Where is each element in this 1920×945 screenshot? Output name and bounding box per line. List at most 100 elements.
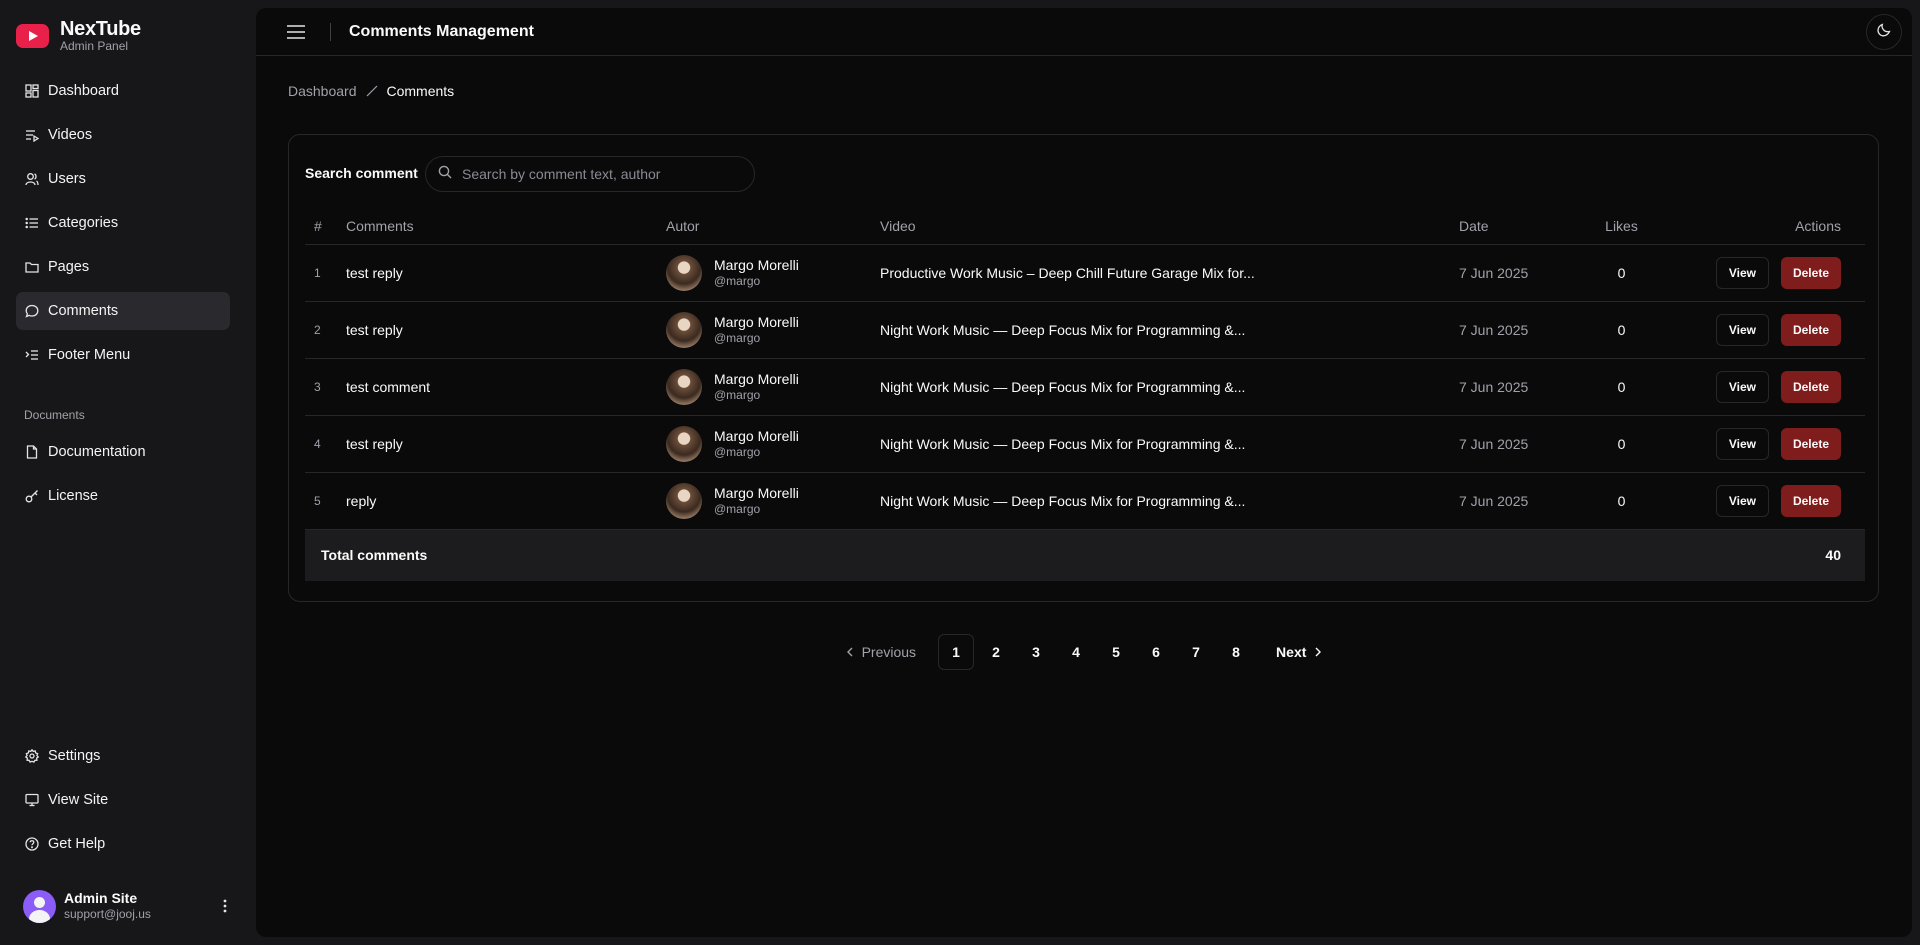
view-button[interactable]: View <box>1715 370 1769 403</box>
comment-text: test reply <box>346 244 666 302</box>
likes-count: 0 <box>1578 415 1665 473</box>
search-box <box>425 156 755 192</box>
likes-count: 0 <box>1578 472 1665 530</box>
sidebar-item-label: Get Help <box>48 836 106 852</box>
breadcrumb-dashboard-link[interactable]: Dashboard <box>288 83 357 99</box>
breadcrumb-separator-icon <box>365 84 379 98</box>
view-button[interactable]: View <box>1715 427 1769 460</box>
page-4[interactable]: 4 <box>1058 634 1094 670</box>
document-icon <box>24 444 40 460</box>
author-avatar <box>666 482 702 519</box>
more-vertical-icon[interactable] <box>217 897 233 915</box>
table-row: 4 test reply Margo Morelli @margo Night W… <box>305 415 1865 473</box>
page-8[interactable]: 8 <box>1218 634 1254 670</box>
author-name: Margo Morelli <box>714 313 799 330</box>
pagination: Previous 1 2 3 4 5 6 7 8 Next <box>256 634 1912 670</box>
delete-button[interactable]: Delete <box>1780 370 1841 403</box>
monitor-icon <box>24 792 40 808</box>
sidebar-item-license[interactable]: License <box>16 477 230 515</box>
delete-button[interactable]: Delete <box>1780 313 1841 346</box>
comment-text: test reply <box>346 301 666 359</box>
sidebar-item-get-help[interactable]: Get Help <box>16 825 230 863</box>
dashboard-icon <box>24 83 40 99</box>
view-button[interactable]: View <box>1715 484 1769 517</box>
column-header-date: Date <box>1459 208 1578 245</box>
author-avatar <box>666 368 702 405</box>
search-icon <box>438 165 452 184</box>
gear-icon <box>24 748 40 764</box>
previous-page-button[interactable]: Previous <box>846 634 916 670</box>
comment-text: reply <box>346 472 666 530</box>
delete-button[interactable]: Delete <box>1780 256 1841 289</box>
sidebar-item-view-site[interactable]: View Site <box>16 781 230 819</box>
total-value: 40 <box>1665 529 1865 581</box>
table-row: 2 test reply Margo Morelli @margo Night W… <box>305 301 1865 359</box>
sidebar-item-label: License <box>48 488 98 504</box>
main-panel: Comments Management Dashboard Comments S… <box>256 8 1912 937</box>
avatar <box>23 889 56 923</box>
next-label: Next <box>1276 644 1307 660</box>
moon-icon <box>1877 22 1891 42</box>
author-avatar <box>666 425 702 462</box>
footer-menu-icon <box>24 347 40 363</box>
author-cell: Margo Morelli @margo <box>666 425 880 462</box>
next-page-button[interactable]: Next <box>1276 634 1322 670</box>
sidebar-item-label: Comments <box>48 303 119 319</box>
author-avatar <box>666 254 702 291</box>
author-handle: @margo <box>714 273 761 288</box>
sidebar-item-footer-menu[interactable]: Footer Menu <box>16 336 230 374</box>
sidebar-item-documentation[interactable]: Documentation <box>16 433 230 471</box>
comment-icon <box>24 303 40 319</box>
sidebar-item-videos[interactable]: Videos <box>16 116 230 154</box>
view-button[interactable]: View <box>1715 256 1769 289</box>
column-header-video: Video <box>880 208 1459 245</box>
page-7[interactable]: 7 <box>1178 634 1214 670</box>
menu-toggle-icon[interactable] <box>286 23 306 41</box>
row-number: 3 <box>305 358 346 416</box>
author-cell: Margo Morelli @margo <box>666 368 880 405</box>
comment-date: 7 Jun 2025 <box>1459 472 1578 530</box>
page-2[interactable]: 2 <box>978 634 1014 670</box>
breadcrumb: Dashboard Comments <box>288 83 454 99</box>
author-name: Margo Morelli <box>714 427 799 444</box>
sidebar-item-users[interactable]: Users <box>16 160 230 198</box>
delete-button[interactable]: Delete <box>1780 484 1841 517</box>
column-header-author: Autor <box>666 208 880 245</box>
page-1[interactable]: 1 <box>938 634 975 670</box>
brand[interactable]: NexTube Admin Panel <box>16 18 141 53</box>
play-logo-icon <box>16 23 49 48</box>
divider <box>330 23 331 41</box>
comment-text: test comment <box>346 358 666 416</box>
sidebar-item-pages[interactable]: Pages <box>16 248 230 286</box>
page-6[interactable]: 6 <box>1138 634 1174 670</box>
sidebar-item-categories[interactable]: Categories <box>16 204 230 242</box>
sidebar-item-settings[interactable]: Settings <box>16 737 230 775</box>
sidebar: NexTube Admin Panel Dashboard Videos Use… <box>0 0 256 945</box>
total-label: Total comments <box>305 529 1665 581</box>
sidebar-item-comments[interactable]: Comments <box>16 292 230 330</box>
view-button[interactable]: View <box>1715 313 1769 346</box>
likes-count: 0 <box>1578 301 1665 359</box>
row-number: 5 <box>305 472 346 530</box>
video-title: Night Work Music — Deep Focus Mix for Pr… <box>880 472 1459 530</box>
author-handle: @margo <box>714 387 761 402</box>
theme-toggle-button[interactable] <box>1866 14 1902 50</box>
search-input[interactable] <box>462 166 742 182</box>
video-title: Productive Work Music – Deep Chill Futur… <box>880 244 1459 302</box>
chevron-left-icon <box>846 647 854 657</box>
total-row: Total comments 40 <box>305 529 1865 581</box>
author-handle: @margo <box>714 330 761 345</box>
delete-button[interactable]: Delete <box>1780 427 1841 460</box>
page-5[interactable]: 5 <box>1098 634 1134 670</box>
table-row: 3 test comment Margo Morelli @margo Night… <box>305 358 1865 416</box>
documents-section-label: Documents <box>24 408 85 422</box>
column-header-comments: Comments <box>346 208 666 245</box>
page-3[interactable]: 3 <box>1018 634 1054 670</box>
author-cell: Margo Morelli @margo <box>666 254 880 291</box>
users-icon <box>24 171 40 187</box>
user-profile[interactable]: Admin Site support@jooj.us <box>23 888 233 924</box>
sidebar-item-dashboard[interactable]: Dashboard <box>16 72 230 110</box>
user-email: support@jooj.us <box>64 907 151 921</box>
bottom-nav: Settings View Site Get Help <box>16 737 230 869</box>
table-row: 1 test reply Margo Morelli @margo Product… <box>305 244 1865 302</box>
